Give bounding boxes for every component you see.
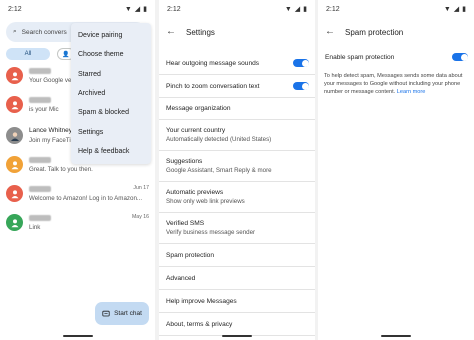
app-bar: ← Settings xyxy=(159,20,315,44)
settings-item-advanced[interactable]: Advanced xyxy=(159,267,315,290)
status-icons: ▼ ◢ ▮ xyxy=(124,5,147,14)
settings-item-title: About, terms & privacy xyxy=(166,320,233,328)
conversation-name xyxy=(29,215,51,221)
settings-item-title: Suggestions xyxy=(166,158,203,165)
conversation-snippet: is your Mic xyxy=(29,106,59,113)
conversation-snippet: Great. Talk to you then. xyxy=(29,166,93,173)
person-icon xyxy=(6,96,23,113)
settings-item-title: Advanced xyxy=(166,274,196,282)
status-time: 2:12 xyxy=(8,5,22,13)
settings-item-spam-protection[interactable]: Spam protection xyxy=(159,244,315,267)
menu-item-spam-blocked[interactable]: Spam & blocked xyxy=(71,103,151,122)
conversation-name xyxy=(29,68,51,74)
menu-item-archived[interactable]: Archived xyxy=(71,84,151,103)
conversation-row[interactable]: Link May 16 xyxy=(6,212,151,234)
settings-item-help-improve-messages[interactable]: Help improve Messages xyxy=(159,290,315,313)
person-icon xyxy=(6,67,23,84)
page-title: Settings xyxy=(186,27,215,37)
settings-item-your-current-country[interactable]: Your current country Automatically detect… xyxy=(159,120,315,151)
spam-protection-description: To help detect spam, Messages sends some… xyxy=(324,73,463,95)
settings-item-title: Automatic previews xyxy=(166,189,224,196)
settings-item-automatic-previews[interactable]: Automatic previews Show only web link pre… xyxy=(159,182,315,213)
app-bar: ← Spam protection xyxy=(318,20,474,44)
menu-item-settings[interactable]: Settings xyxy=(71,122,151,141)
gesture-bar xyxy=(62,335,93,337)
chat-icon xyxy=(102,310,110,316)
start-chat-label: Start chat xyxy=(114,310,142,317)
settings-toggle[interactable] xyxy=(293,59,309,67)
status-icons: ▼ ◢ ▮ xyxy=(284,5,307,14)
conversation-snippet: Welcome to Amazon! Log in to Amazon... xyxy=(29,195,143,202)
conversation-snippet: Link xyxy=(29,224,41,231)
start-chat-button[interactable]: Start chat xyxy=(95,302,149,325)
conversation-name: Lance Whitney xyxy=(29,127,72,134)
back-arrow-icon[interactable]: ← xyxy=(166,27,176,37)
conversation-snippet: Join my FaceTim xyxy=(29,137,76,144)
page-title: Spam protection xyxy=(345,27,404,37)
menu-item-starred[interactable]: Starred xyxy=(71,65,151,84)
search-icon: ⌕ xyxy=(13,28,17,35)
settings-item-title: Spam protection xyxy=(166,251,215,259)
settings-item-title: Verified SMS xyxy=(166,220,205,227)
menu-item-device-pairing[interactable]: Device pairing xyxy=(71,26,151,45)
settings-item-subtitle: Automatically detected (United States) xyxy=(166,136,272,143)
person-icon xyxy=(6,214,23,231)
spam-protection-screen: 2:12 ▼ ◢ ▮ ← Spam protection Enable spam p… xyxy=(318,0,474,340)
person-icon xyxy=(6,156,23,173)
overflow-menu: Device pairing Choose theme Starred Archive… xyxy=(71,23,151,164)
settings-item-message-organization[interactable]: Message organization xyxy=(159,98,315,120)
settings-item-suggestions[interactable]: Suggestions Google Assistant, Smart Reply… xyxy=(159,151,315,182)
settings-screen: 2:12 ▼ ◢ ▮ ← Settings Hear outgoing messag… xyxy=(159,0,315,340)
menu-item-help-feedback[interactable]: Help & feedback xyxy=(71,142,151,161)
settings-item-subtitle: Google Assistant, Smart Reply & more xyxy=(166,167,272,174)
person-icon xyxy=(6,185,23,202)
contact-photo-avatar xyxy=(6,127,23,144)
status-time: 2:12 xyxy=(167,5,181,13)
settings-item-subtitle: Show only web link previews xyxy=(166,198,245,205)
conversation-name xyxy=(29,97,51,103)
settings-item-hear-outgoing-message-sounds[interactable]: Hear outgoing message sounds xyxy=(159,52,315,75)
conversation-snippet: Your Google veri xyxy=(29,77,75,84)
settings-item-pinch-to-zoom-conversation-text[interactable]: Pinch to zoom conversation text xyxy=(159,75,315,98)
menu-item-choose-theme[interactable]: Choose theme xyxy=(71,45,151,64)
settings-item-about-terms-privacy[interactable]: About, terms & privacy xyxy=(159,313,315,336)
settings-item-subtitle: Verify business message sender xyxy=(166,229,256,236)
conversation-list-screen: 2:12 ▼ ◢ ▮ ⌕ Search convers All 👤 Your Goo… xyxy=(0,0,155,340)
learn-more-link[interactable]: Learn more xyxy=(397,89,426,95)
settings-item-title: Help improve Messages xyxy=(166,297,237,305)
settings-item-title: Your current country xyxy=(166,127,226,134)
settings-item-title: Message organization xyxy=(166,105,231,112)
conversation-date: May 16 xyxy=(131,214,149,220)
conversation-date: Jun 17 xyxy=(133,185,149,191)
status-bar: 2:12 ▼ ◢ ▮ xyxy=(0,0,155,18)
conversation-name xyxy=(29,186,51,192)
conversation-row[interactable]: Welcome to Amazon! Log in to Amazon... Ju… xyxy=(6,183,151,205)
gesture-bar xyxy=(381,335,411,337)
status-time: 2:12 xyxy=(326,5,340,13)
status-bar: 2:12 ▼ ◢ ▮ xyxy=(318,0,474,18)
settings-toggle[interactable] xyxy=(293,82,309,90)
filter-all-chip[interactable]: All xyxy=(6,48,50,60)
back-arrow-icon[interactable]: ← xyxy=(325,27,335,37)
person-icon: 👤 xyxy=(62,51,70,58)
search-placeholder: Search convers xyxy=(21,28,67,36)
enable-spam-protection-toggle[interactable] xyxy=(452,53,468,61)
status-bar: 2:12 ▼ ◢ ▮ xyxy=(159,0,315,18)
gesture-bar xyxy=(222,335,252,337)
enable-spam-protection-row[interactable]: Enable spam protection xyxy=(318,46,474,68)
settings-item-verified-sms[interactable]: Verified SMS Verify business message send… xyxy=(159,213,315,244)
conversation-name xyxy=(29,157,51,163)
status-icons: ▼ ◢ ▮ xyxy=(443,5,466,14)
